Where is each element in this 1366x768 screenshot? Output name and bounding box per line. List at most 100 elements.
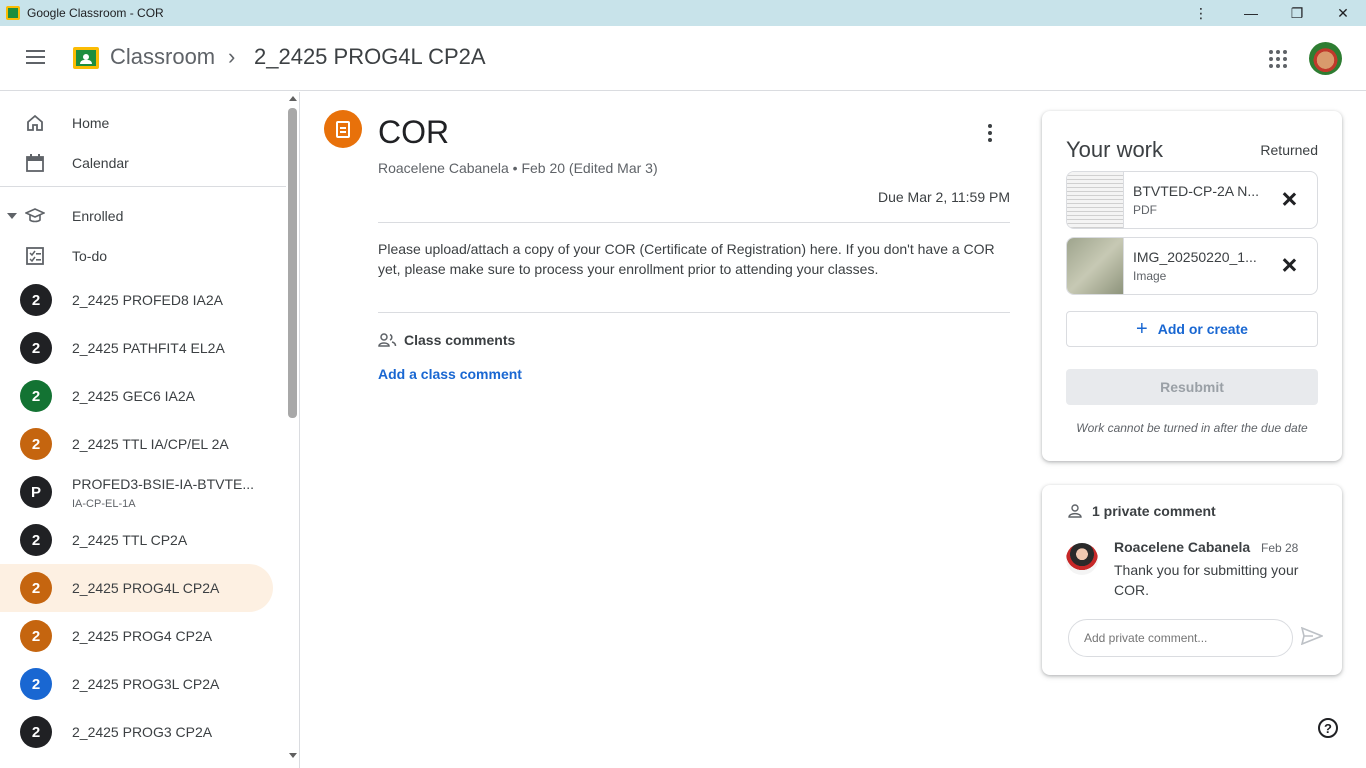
attachment-type: Image: [1133, 269, 1167, 283]
sidebar-divider: [0, 186, 286, 187]
private-comments-header: 1 private comment: [1092, 503, 1216, 519]
sidebar-class-item[interactable]: 2 2_2425 PROG3L CP2A: [0, 660, 273, 708]
class-initial-badge: 2: [20, 524, 52, 556]
image-thumbnail: [1067, 238, 1124, 294]
todo-icon: [26, 247, 44, 265]
assignment-icon: [324, 110, 362, 148]
sidebar-item-label: Enrolled: [72, 208, 124, 224]
breadcrumb-class-name[interactable]: 2_2425 PROG4L CP2A: [254, 44, 486, 70]
more-options-icon[interactable]: [987, 124, 993, 142]
add-or-create-label: Add or create: [1157, 321, 1248, 337]
late-note: Work cannot be turned in after the due d…: [1076, 421, 1308, 435]
scroll-down-arrow-icon[interactable]: [289, 753, 297, 758]
help-icon[interactable]: ?: [1318, 718, 1338, 738]
class-initial-badge: 2: [20, 668, 52, 700]
sidebar-class-item[interactable]: 2 2_2425 PROG4 CP2A: [0, 612, 273, 660]
expand-caret-icon[interactable]: [7, 213, 17, 219]
class-initial-badge: 2: [20, 620, 52, 652]
class-initial-badge: 2: [20, 332, 52, 364]
minimize-icon[interactable]: —: [1228, 0, 1274, 26]
attachment-name: BTVTED-CP-2A N...: [1133, 183, 1260, 199]
add-class-comment-link[interactable]: Add a class comment: [378, 366, 522, 382]
comment-author: Roacelene Cabanela: [1114, 539, 1251, 555]
class-label: PROFED3-BSIE-IA-BTVTE...: [72, 476, 255, 492]
comment-date: Feb 28: [1261, 541, 1299, 555]
your-work-title: Your work: [1066, 137, 1164, 162]
commenter-avatar: [1066, 543, 1098, 575]
assignment-title: COR: [378, 114, 450, 150]
your-work-card: Your work Returned BTVTED-CP-2A N... PDF…: [1042, 111, 1342, 461]
sidebar-scrollbar[interactable]: [286, 92, 299, 768]
class-label: 2_2425 TTL IA/CP/EL 2A: [72, 436, 229, 452]
private-comments-card: 1 private comment Roacelene Cabanela Feb…: [1042, 485, 1342, 675]
scroll-thumb[interactable]: [288, 108, 297, 418]
class-initial-badge: 2: [20, 380, 52, 412]
remove-attachment-icon[interactable]: [1279, 189, 1299, 209]
class-comments-label: Class comments: [404, 332, 516, 348]
google-apps-icon[interactable]: [1269, 50, 1287, 68]
class-initial-badge: 2: [20, 716, 52, 748]
brand-link[interactable]: Classroom: [110, 44, 215, 70]
add-or-create-button[interactable]: + Add or create: [1066, 311, 1318, 347]
assignment-description: Please upload/attach a copy of your COR …: [378, 241, 995, 277]
account-avatar[interactable]: [1309, 42, 1342, 75]
class-label: 2_2425 PATHFIT4 EL2A: [72, 340, 225, 356]
class-initial-badge: 2: [20, 428, 52, 460]
sidebar-class-item[interactable]: 2 2_2425 PATHFIT4 EL2A: [0, 324, 273, 372]
people-icon: [378, 333, 397, 347]
window-titlebar: Google Classroom - COR ⋮ — ❐ ✕: [0, 0, 1366, 26]
class-section-label: IA-CP-EL-1A: [72, 498, 136, 510]
attachment-item[interactable]: BTVTED-CP-2A N... PDF: [1066, 171, 1318, 229]
enrolled-cap-icon: [25, 208, 45, 223]
send-icon[interactable]: [1301, 627, 1323, 645]
attachment-type: PDF: [1133, 203, 1157, 217]
classroom-logo-icon[interactable]: [73, 47, 99, 69]
attachment-item[interactable]: IMG_20250220_1... Image: [1066, 237, 1318, 295]
resubmit-button[interactable]: Resubmit: [1066, 369, 1318, 405]
comment-text: Thank you for submitting your COR.: [1114, 562, 1299, 598]
class-label: 2_2425 PROG4 CP2A: [72, 628, 213, 644]
window-title: Google Classroom - COR: [27, 6, 164, 20]
class-label: 2_2425 PROG4L CP2A: [72, 580, 220, 596]
class-initial-badge: 2: [20, 572, 52, 604]
class-initial-badge: P: [20, 476, 52, 508]
class-label: 2_2425 GEC6 IA2A: [72, 388, 195, 404]
sidebar-class-item[interactable]: 2 2_2425 TTL IA/CP/EL 2A: [0, 420, 273, 468]
sidebar-class-item[interactable]: 2 2_2425 PROG3 CP2A: [0, 708, 273, 756]
private-comment-input[interactable]: [1068, 619, 1293, 657]
sidebar-class-item[interactable]: 2 2_2425 GEC6 IA2A: [0, 372, 273, 420]
sidebar-class-item[interactable]: P PROFED3-BSIE-IA-BTVTE... IA-CP-EL-1A: [0, 468, 273, 516]
scroll-up-arrow-icon[interactable]: [289, 96, 297, 101]
restore-icon[interactable]: ❐: [1274, 0, 1320, 26]
class-label: 2_2425 PROG3L CP2A: [72, 676, 220, 692]
remove-attachment-icon[interactable]: [1279, 255, 1299, 275]
work-status: Returned: [1260, 142, 1318, 158]
sidebar-item-label: Calendar: [72, 155, 129, 171]
calendar-icon: [26, 154, 44, 172]
sidebar-class-item-active[interactable]: 2 2_2425 PROG4L CP2A: [0, 564, 273, 612]
sidebar-item-todo[interactable]: To-do: [0, 232, 273, 280]
class-label: 2_2425 TTL CP2A: [72, 532, 188, 548]
home-icon: [27, 114, 43, 131]
breadcrumb-chevron-icon: ›: [228, 44, 236, 69]
plus-icon: +: [1136, 317, 1148, 340]
top-app-bar: Classroom › 2_2425 PROG4L CP2A: [0, 26, 1366, 91]
divider: [378, 312, 1010, 313]
sidebar-item-label: To-do: [72, 248, 108, 264]
main-menu-icon[interactable]: [26, 50, 45, 64]
class-label: 2_2425 PROFED8 IA2A: [72, 292, 223, 308]
sidebar-class-item[interactable]: 2 2_2425 TTL CP2A: [0, 516, 273, 564]
sidebar-item-calendar[interactable]: Calendar: [0, 139, 273, 187]
sidebar-item-label: Home: [72, 115, 110, 131]
person-icon: [1068, 504, 1082, 518]
class-initial-badge: 2: [20, 284, 52, 316]
attachment-name: IMG_20250220_1...: [1133, 249, 1257, 265]
close-window-icon[interactable]: ✕: [1320, 0, 1366, 26]
window-menu-icon[interactable]: ⋮: [1178, 0, 1224, 26]
pdf-thumbnail: [1067, 172, 1124, 228]
sidebar: Home Calendar Enrolled To-do 2 2_2425 PR…: [0, 92, 300, 768]
divider: [378, 222, 1010, 223]
sidebar-class-item[interactable]: 2 2_2425 PROFED8 IA2A: [0, 276, 273, 324]
classroom-app-icon: [6, 6, 20, 20]
assignment-meta: Roacelene Cabanela • Feb 20 (Edited Mar …: [378, 160, 658, 176]
